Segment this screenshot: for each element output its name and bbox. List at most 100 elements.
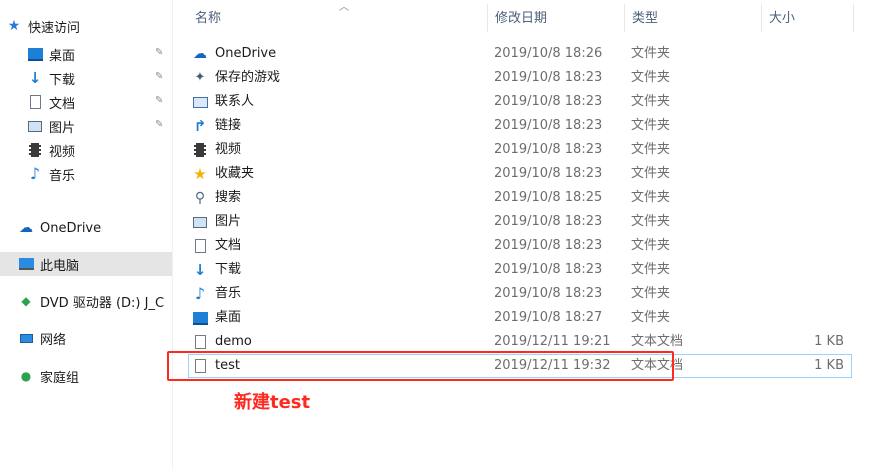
file-row-desktop[interactable]: 桌面 2019/10/8 18:27 文件夹 [188,306,852,330]
music-note-icon: ♪ [194,284,206,303]
column-header-size[interactable]: 大小 [769,8,795,30]
link-arrow-icon: ↱ [193,117,207,135]
pin-icon[interactable]: ✎ [155,119,165,131]
file-name: 搜索 [215,190,242,205]
desktop-icon [27,46,43,62]
file-date: 2019/10/8 18:27 [494,310,603,325]
file-name: 音乐 [215,286,242,301]
file-row-favorites[interactable]: ★ 收藏夹 2019/10/8 18:23 文件夹 [188,162,852,186]
file-date: 2019/10/8 18:23 [494,238,603,253]
nav-item-downloads[interactable]: ↓ 下载 ✎ [0,66,172,90]
cloud-icon: ☁ [19,220,33,236]
annotation-label: 新建test [234,392,311,413]
nav-network-label: 网络 [40,332,67,348]
pin-icon[interactable]: ✎ [155,95,165,107]
nav-quick-access-label: 快速访问 [28,20,81,36]
file-name: 图片 [215,214,242,229]
file-name: 下载 [215,262,242,277]
file-type: 文件夹 [631,70,671,85]
nav-onedrive[interactable]: ☁ OneDrive [18,216,190,240]
file-date: 2019/10/8 18:23 [494,262,603,277]
file-size: 1 KB [814,358,844,373]
file-name: 联系人 [215,94,255,109]
column-divider[interactable] [853,4,854,32]
video-icon [27,142,43,158]
file-date: 2019/10/8 18:23 [494,142,603,157]
nav-item-videos[interactable]: 视频 [0,138,172,162]
file-row-videos[interactable]: 视频 2019/10/8 18:23 文件夹 [188,138,852,162]
nav-homegroup[interactable]: ● 家庭组 [18,364,190,388]
nav-onedrive-label: OneDrive [40,220,102,236]
sort-ascending-icon: ︿ [339,2,349,13]
saved-games-icon: ✦ [194,70,206,85]
homegroup-icon: ● [20,369,32,383]
file-row-downloads[interactable]: ↓ 下载 2019/10/8 18:23 文件夹 [188,258,852,282]
nav-item-desktop[interactable]: 桌面 ✎ [0,42,172,66]
column-header-date[interactable]: 修改日期 [495,8,547,30]
nav-item-music[interactable]: ♪ 音乐 [0,162,172,186]
file-date: 2019/10/8 18:23 [494,166,603,181]
file-type: 文件夹 [631,286,671,301]
file-row-saved-games[interactable]: ✦ 保存的游戏 2019/10/8 18:23 文件夹 [188,66,852,90]
file-row-documents[interactable]: 文档 2019/10/8 18:23 文件夹 [188,234,852,258]
navigation-pane: ★ 快速访问 桌面 ✎ ↓ 下载 ✎ 文档 ✎ 图片 ✎ 视频 ♪ 音乐 ☁ O… [0,0,173,469]
pin-icon[interactable]: ✎ [155,47,165,59]
file-name: 链接 [215,118,242,133]
file-type: 文件夹 [631,166,671,181]
file-row-onedrive[interactable]: ☁ OneDrive 2019/10/8 18:26 文件夹 [188,42,852,66]
file-type: 文件夹 [631,214,671,229]
music-note-icon: ♪ [29,164,41,183]
file-row-music[interactable]: ♪ 音乐 2019/10/8 18:23 文件夹 [188,282,852,306]
pictures-icon [27,118,43,134]
file-date: 2019/10/8 18:23 [494,214,603,229]
download-arrow-icon: ↓ [193,261,207,279]
file-date: 2019/10/8 18:23 [494,70,603,85]
file-size: 1 KB [814,334,844,349]
column-divider[interactable] [761,4,762,32]
nav-this-pc[interactable]: 此电脑 [0,252,172,276]
file-name: 保存的游戏 [215,70,281,85]
file-date: 2019/10/8 18:23 [494,94,603,109]
nav-quick-access[interactable]: ★ 快速访问 [6,14,178,38]
nav-network[interactable]: 网络 [18,326,190,350]
file-row-pictures[interactable]: 图片 2019/10/8 18:23 文件夹 [188,210,852,234]
file-row-searches[interactable]: ⚲ 搜索 2019/10/8 18:25 文件夹 [188,186,852,210]
column-divider[interactable] [624,4,625,32]
nav-item-documents[interactable]: 文档 ✎ [0,90,172,114]
nav-item-label: 音乐 [49,168,76,184]
file-name: 文档 [215,238,242,253]
column-divider[interactable] [487,4,488,32]
file-type: 文件夹 [631,310,671,325]
nav-item-label: 桌面 [49,48,76,64]
nav-item-label: 文档 [49,96,76,112]
nav-item-label: 视频 [49,144,76,160]
file-row-links[interactable]: ↱ 链接 2019/10/8 18:23 文件夹 [188,114,852,138]
text-file-icon [192,334,208,350]
column-header-name[interactable]: 名称 [195,8,221,30]
file-type: 文件夹 [631,262,671,277]
file-name: OneDrive [215,46,277,61]
file-name: 收藏夹 [215,166,255,181]
nav-homegroup-label: 家庭组 [40,370,80,386]
file-row-contacts[interactable]: 联系人 2019/10/8 18:23 文件夹 [188,90,852,114]
file-name: 桌面 [215,310,242,325]
file-type: 文件夹 [631,94,671,109]
nav-item-pictures[interactable]: 图片 ✎ [0,114,172,138]
highlight-box [167,351,674,381]
download-arrow-icon: ↓ [28,69,42,87]
file-type: 文件夹 [631,190,671,205]
file-type: 文件夹 [631,142,671,157]
nav-item-label: 图片 [49,120,76,136]
column-header-type[interactable]: 类型 [632,8,658,30]
pin-icon[interactable]: ✎ [155,71,165,83]
nav-item-label: 下载 [49,72,76,88]
document-icon [192,238,208,254]
nav-dvd-drive[interactable]: ◆ DVD 驱动器 (D:) J_C [18,289,190,313]
file-date: 2019/10/8 18:25 [494,190,603,205]
computer-icon [18,256,34,272]
file-type: 文件夹 [631,118,671,133]
dvd-drive-icon: ◆ [21,294,31,308]
nav-dvd-label: DVD 驱动器 (D:) J_C [40,295,165,311]
file-type: 文件夹 [631,46,671,61]
cloud-icon: ☁ [193,46,207,62]
